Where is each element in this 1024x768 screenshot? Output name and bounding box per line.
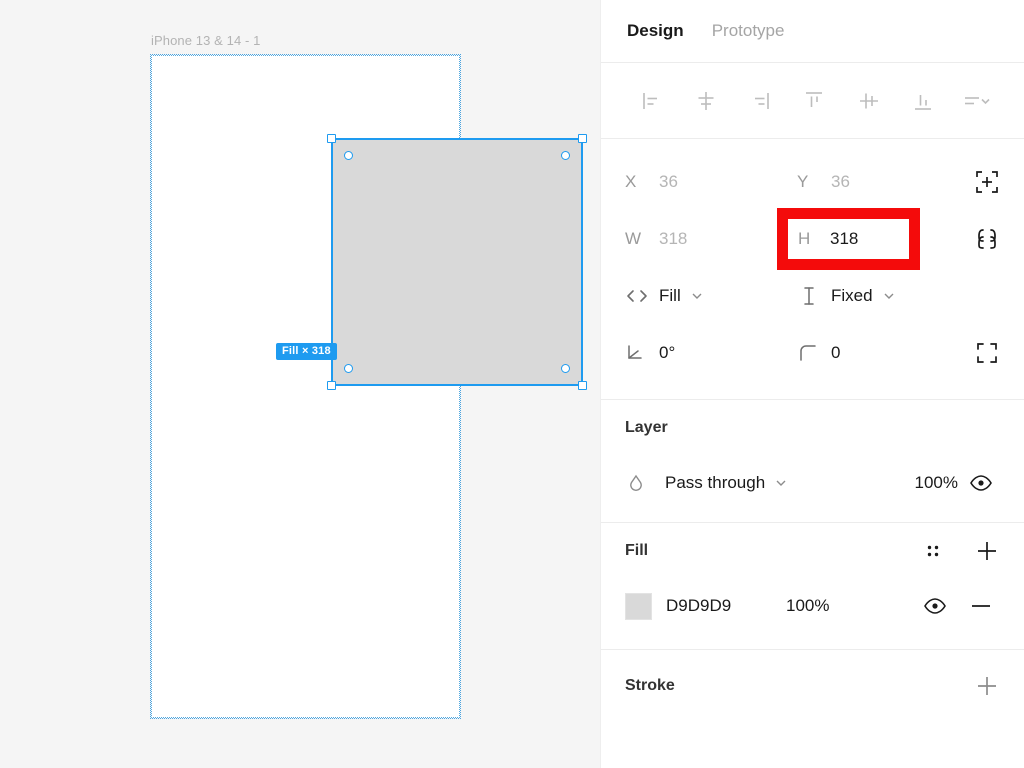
blend-mode-value[interactable]: Pass through xyxy=(665,473,765,493)
vertical-resizing-field[interactable]: Fixed xyxy=(797,285,969,307)
fill-styles-grid-icon[interactable] xyxy=(916,534,950,568)
rotation-field[interactable]: 0° xyxy=(625,342,797,364)
width-field[interactable]: W 318 xyxy=(625,229,797,249)
align-vertical-center-icon[interactable] xyxy=(842,81,896,121)
align-left-icon[interactable] xyxy=(625,81,679,121)
fill-visibility-eye-icon[interactable] xyxy=(912,596,958,616)
corner-radius-icon xyxy=(797,342,831,364)
x-label: X xyxy=(625,171,637,191)
layer-section-title: Layer xyxy=(625,419,668,436)
figma-editor-window: iPhone 13 & 14 - 1 Fill × 318 Design Pro… xyxy=(0,0,1024,768)
chevron-down-icon-vertical-resizing[interactable] xyxy=(882,289,896,303)
corner-radius-field[interactable]: 0 xyxy=(797,342,969,364)
fill-section-header: Fill xyxy=(601,523,1024,579)
property-row-resizing: Fill Fixed xyxy=(601,267,1024,324)
alignment-toolbar xyxy=(601,63,1024,138)
aspect-ratio-lock-icon[interactable] xyxy=(969,226,1004,252)
layer-section: Layer Pass through 100% xyxy=(601,400,1024,522)
stroke-header-actions xyxy=(970,669,1004,703)
stroke-section: Stroke xyxy=(601,650,1024,714)
align-top-icon[interactable] xyxy=(787,81,841,121)
resize-handle-bottom-right[interactable] xyxy=(578,381,587,390)
selected-rectangle[interactable] xyxy=(327,134,587,390)
property-row-position: X 36 Y 36 xyxy=(601,153,1024,210)
horizontal-resizing-value[interactable]: Fill xyxy=(659,286,681,306)
design-canvas[interactable]: iPhone 13 & 14 - 1 Fill × 318 xyxy=(0,0,600,768)
y-value[interactable]: 36 xyxy=(831,172,850,192)
rotation-angle-icon xyxy=(625,342,659,364)
stroke-section-header: Stroke xyxy=(601,658,1024,714)
align-horizontal-center-icon[interactable] xyxy=(679,81,733,121)
layer-visibility-eye-icon[interactable] xyxy=(958,473,1004,493)
resize-handle-top-left[interactable] xyxy=(327,134,336,143)
tab-design[interactable]: Design xyxy=(627,21,684,41)
fill-section-title: Fill xyxy=(625,542,649,559)
corner-radius-handle-bottom-right[interactable] xyxy=(561,364,570,373)
stroke-section-title: Stroke xyxy=(625,677,675,694)
add-to-selection-icon[interactable] xyxy=(969,169,1004,195)
add-stroke-plus-icon[interactable] xyxy=(970,669,1004,703)
panel-tabs: Design Prototype xyxy=(601,0,1024,62)
frame-label[interactable]: iPhone 13 & 14 - 1 xyxy=(151,33,261,48)
layer-opacity-value[interactable]: 100% xyxy=(915,473,958,493)
distribute-menu-icon[interactable] xyxy=(950,81,1004,121)
layer-section-header: Layer xyxy=(601,400,1024,456)
fill-item-row: D9D9D9 100% xyxy=(601,579,1024,633)
tab-prototype[interactable]: Prototype xyxy=(712,21,785,41)
fill-header-actions xyxy=(916,534,1004,568)
height-field[interactable]: H 318 xyxy=(788,219,909,259)
rotation-value[interactable]: 0° xyxy=(659,343,675,363)
right-properties-panel: Design Prototype X 36 Y 36 W 318 Fill Fi… xyxy=(600,0,1024,768)
align-right-icon[interactable] xyxy=(733,81,787,121)
fill-color-swatch[interactable] xyxy=(625,592,652,620)
height-value[interactable]: 318 xyxy=(830,229,858,249)
selection-size-badge: Fill × 318 xyxy=(276,343,337,360)
vertical-resizing-value[interactable]: Fixed xyxy=(831,286,873,306)
artboard-frame[interactable] xyxy=(150,54,587,719)
corner-radius-handle-top-right[interactable] xyxy=(561,151,570,160)
corner-radius-handle-top-left[interactable] xyxy=(344,151,353,160)
chevron-down-icon-horizontal-resizing[interactable] xyxy=(690,289,704,303)
horizontal-resizing-field[interactable]: Fill xyxy=(625,286,797,306)
chevron-down-icon-blend-mode[interactable] xyxy=(774,476,788,490)
corner-radius-value[interactable]: 0 xyxy=(831,343,840,363)
height-field-highlight: H 318 xyxy=(777,208,920,270)
remove-fill-minus-icon[interactable] xyxy=(958,593,1004,619)
fill-opacity-value[interactable]: 100% xyxy=(786,596,829,616)
height-label: H xyxy=(798,229,811,248)
y-field[interactable]: Y 36 xyxy=(797,172,969,192)
x-field[interactable]: X 36 xyxy=(625,172,797,192)
property-row-rotation-radius: 0° 0 xyxy=(601,324,1024,381)
layer-blend-row: Pass through 100% xyxy=(601,456,1024,510)
corner-radius-handle-bottom-left[interactable] xyxy=(344,364,353,373)
blend-mode-droplet-icon xyxy=(625,472,665,494)
width-label: W xyxy=(625,228,642,248)
x-value[interactable]: 36 xyxy=(659,172,678,192)
add-fill-plus-icon[interactable] xyxy=(970,534,1004,568)
independent-corners-icon[interactable] xyxy=(969,340,1004,366)
resize-handle-top-right[interactable] xyxy=(578,134,587,143)
align-bottom-icon[interactable] xyxy=(896,81,950,121)
fill-section: Fill D9D9D9 100% xyxy=(601,523,1024,649)
width-value[interactable]: 318 xyxy=(659,229,687,249)
y-label: Y xyxy=(797,171,809,191)
fill-hex-value[interactable]: D9D9D9 xyxy=(666,596,786,616)
resize-handle-bottom-left[interactable] xyxy=(327,381,336,390)
horizontal-resizing-icon xyxy=(625,286,659,306)
vertical-resizing-icon xyxy=(797,285,831,307)
